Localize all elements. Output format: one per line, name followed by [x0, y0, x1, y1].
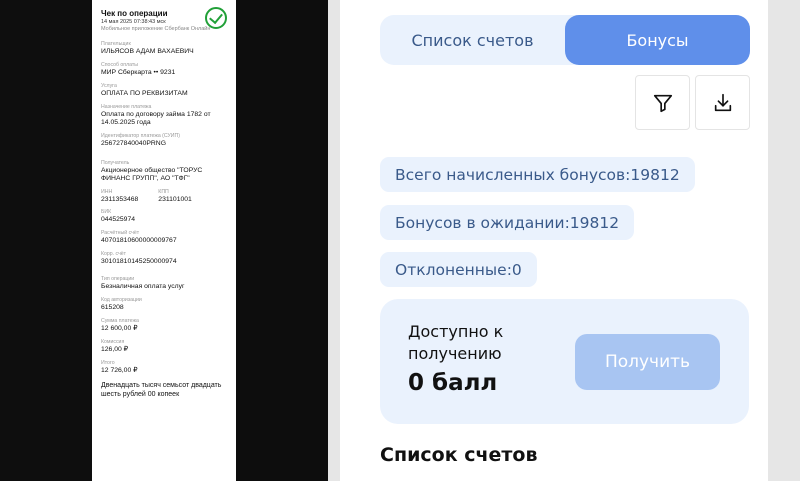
method-value: МИР Сберкарта •• 9231: [101, 69, 176, 76]
receipt-bik: БИК 044525974: [101, 209, 236, 224]
tab-bonuses[interactable]: Бонусы: [565, 15, 750, 65]
tab-switcher: Список счетов Бонусы: [380, 15, 750, 65]
purpose-value: Оплата по договору займа 1782 от 14.05.2…: [101, 111, 211, 126]
receipt-amount: Сумма платежа 12 600,00 ₽: [101, 318, 236, 333]
receipt-recipient: Получатель Акционерное общество "ТОРУС Ф…: [101, 160, 236, 183]
receipt-account: Расчётный счёт 40701810600000009767: [101, 230, 236, 245]
service-label: Услуга: [101, 83, 117, 89]
amount-value: 12 600,00 ₽: [101, 325, 138, 332]
total-bonuses-badge: Всего начисленных бонусов:19812: [380, 157, 695, 192]
inn-label: ИНН: [101, 189, 113, 195]
download-icon: [714, 93, 731, 111]
corr-value: 30101810145250000974: [101, 258, 177, 265]
suip-value: 256727840040PRNG: [101, 140, 166, 147]
download-button[interactable]: [695, 75, 750, 130]
available-label: Доступно к получению: [408, 322, 504, 363]
amount-label: Сумма платежа: [101, 318, 139, 324]
panel-border-left: [328, 0, 340, 481]
fee-value: 126,00 ₽: [101, 346, 129, 353]
corr-label: Корр. счёт: [101, 251, 127, 257]
receipt-fee: Комиссия 126,00 ₽: [101, 339, 236, 354]
method-label: Способ оплаты: [101, 62, 138, 68]
receipt-corr: Корр. счёт 30101810145250000974: [101, 251, 236, 266]
kpp-value: 231101001: [158, 196, 192, 203]
payment-receipt: Чек по операции 14 мая 2025 07:38:43 мск…: [92, 0, 236, 481]
receipt-inn: ИНН 2311353468: [101, 189, 138, 204]
receipt-service: Услуга ОПЛАТА ПО РЕКВИЗИТАМ: [101, 83, 236, 98]
total-in-words: Двенадцать тысяч семьсот двадцать шесть …: [101, 382, 222, 398]
receipt-payer: Плательщик ИЛЬЯСОВ АДАМ ВАХАЕВИЧ: [101, 41, 236, 56]
receipt-total: Итого 12 726,00 ₽: [101, 360, 236, 375]
recipient-label: Получатель: [101, 160, 130, 166]
filter-button[interactable]: [635, 75, 690, 130]
inn-value: 2311353468: [101, 196, 139, 203]
op-type-value: Безналичная оплата услуг: [101, 283, 185, 290]
receipt-method: Способ оплаты МИР Сберкарта •• 9231: [101, 62, 236, 77]
rejected-bonuses-badge: Отклоненные:0: [380, 252, 537, 287]
op-type-label: Тип операции: [101, 276, 135, 282]
dark-gap: [236, 0, 328, 481]
total-value: 12 726,00 ₽: [101, 367, 138, 374]
bik-value: 044525974: [101, 216, 136, 223]
account-label: Расчётный счёт: [101, 230, 140, 236]
tab-accounts[interactable]: Список счетов: [380, 15, 565, 65]
check-circle-icon: [205, 7, 227, 29]
claim-button[interactable]: Получить: [575, 334, 720, 390]
receipt-suip: Идентификатор платежа (СУИП) 25672784004…: [101, 133, 236, 148]
receipt-kpp: КПП 231101001: [158, 189, 192, 204]
receipt-op-type: Тип операции Безналичная оплата услуг: [101, 276, 236, 291]
receipt-auth: Код авторизации 615208: [101, 297, 236, 312]
receipt-purpose: Назначение платежа Оплата по договору за…: [101, 104, 236, 127]
pending-bonuses-badge: Бонусов в ожидании:19812: [380, 205, 635, 240]
receipt-app: Мобильное приложение Сбербанк Онлайн: [101, 26, 211, 32]
filter-icon: [653, 94, 672, 112]
available-bonus-card: Доступно к получению 0 балл Получить: [380, 299, 749, 424]
suip-label: Идентификатор платежа (СУИП): [101, 133, 180, 139]
auth-value: 615208: [101, 304, 124, 311]
panel-border-right: [768, 0, 800, 481]
purpose-label: Назначение платежа: [101, 104, 152, 110]
receipt-inn-kpp: ИНН 2311353468 КПП 231101001: [101, 189, 236, 204]
bonuses-panel: Список счетов Бонусы Всего начисленных б…: [340, 0, 768, 481]
total-label: Итого: [101, 360, 115, 366]
account-value: 40701810600000009767: [101, 237, 177, 244]
auth-label: Код авторизации: [101, 297, 142, 303]
recipient-value: Акционерное общество "ТОРУС ФИНАНС ГРУПП…: [101, 167, 203, 182]
bik-label: БИК: [101, 209, 112, 215]
accounts-section-title: Список счетов: [380, 444, 538, 466]
payer-value: ИЛЬЯСОВ АДАМ ВАХАЕВИЧ: [101, 48, 194, 55]
kpp-label: КПП: [158, 189, 169, 195]
available-amount: 0 балл: [408, 370, 498, 396]
service-value: ОПЛАТА ПО РЕКВИЗИТАМ: [101, 90, 188, 97]
payer-label: Плательщик: [101, 41, 131, 47]
fee-label: Комиссия: [101, 339, 125, 345]
